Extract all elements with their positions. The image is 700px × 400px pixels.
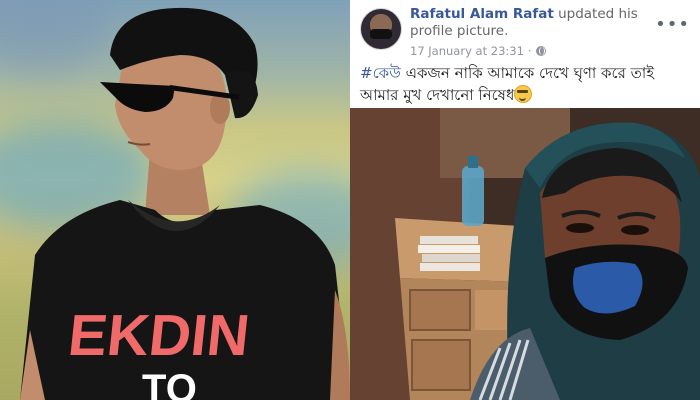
post-text: #কেউ একজন নাকি আমাকে দেখে ঘৃণা করে তাই আ… [360, 62, 690, 106]
post-meta: 17 January at 23:31 · [410, 44, 546, 58]
profile-picture-photo[interactable] [350, 108, 700, 400]
water-bottle [462, 166, 484, 226]
profile-avatar[interactable] [360, 8, 402, 50]
profile-photo-illustration [350, 108, 700, 400]
hashtag-link[interactable]: #কেউ [360, 64, 401, 82]
post-timestamp[interactable]: 17 January at 23:31 [410, 44, 524, 58]
meta-separator: · [527, 44, 532, 58]
shirt-text-line2: TO [142, 367, 197, 400]
portrait-illustration: EKDIN TO [20, 7, 350, 400]
shirt-text-line1: EKDIN [65, 303, 252, 368]
author-name-link[interactable]: Rafatul Alam Rafat [410, 6, 554, 22]
sunglasses-smile-icon [514, 85, 533, 103]
post-body-text: একজন নাকি আমাকে দেখে ঘৃণা করে তাই আমার ম… [360, 64, 654, 104]
mask-blue-patch [572, 261, 643, 314]
left-portrait-photo: EKDIN TO [0, 0, 350, 400]
globe-icon[interactable] [535, 46, 546, 56]
post-author-line: Rafatul Alam Rafat updated his profile p… [410, 6, 680, 40]
facebook-post: Rafatul Alam Rafat updated his profile p… [350, 0, 700, 400]
more-options-icon[interactable]: ••• [655, 14, 690, 35]
sunglasses-lens [100, 82, 175, 112]
post-header: Rafatul Alam Rafat updated his profile p… [360, 6, 690, 62]
avatar-mask [370, 29, 392, 39]
